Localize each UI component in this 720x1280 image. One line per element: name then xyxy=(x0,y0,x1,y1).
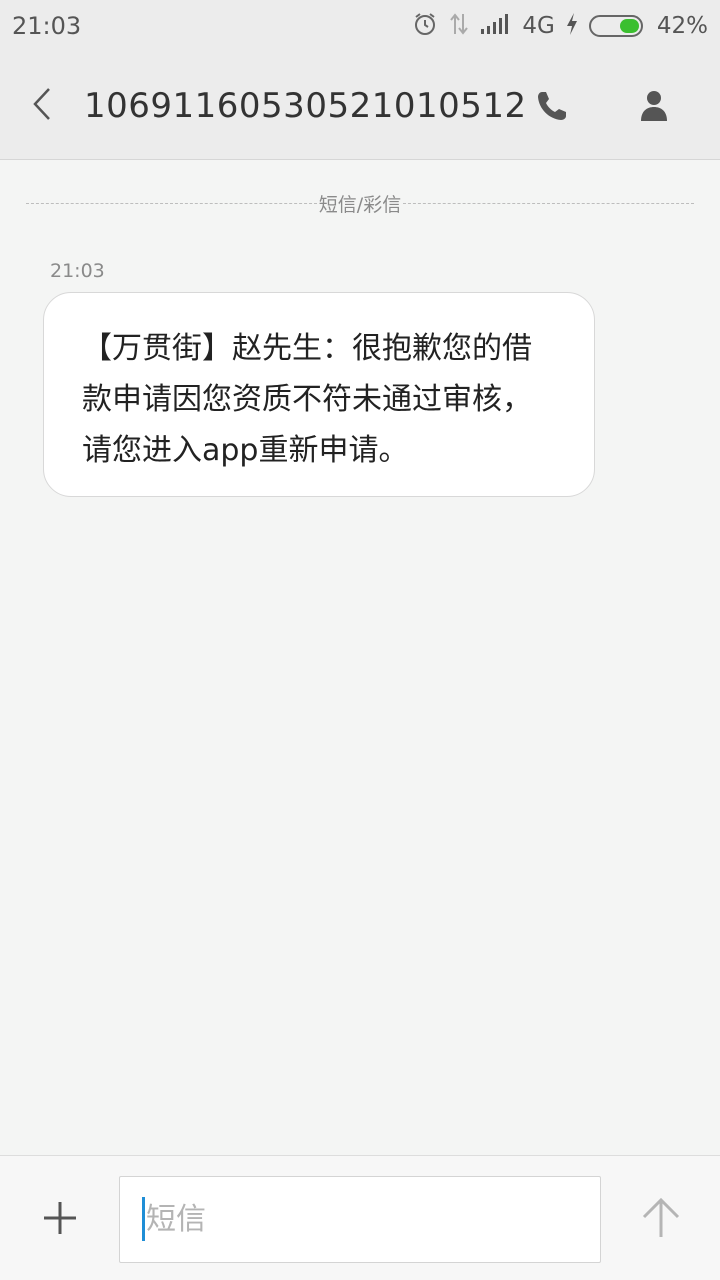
signal-icon xyxy=(480,13,512,39)
status-icons: 4G 42% xyxy=(412,11,708,41)
status-bar: 21:03 4G 42% xyxy=(0,0,720,52)
incoming-message-bubble[interactable]: 【万贯街】赵先生：很抱歉您的借款申请因您资质不符未通过审核，请您进入app重新申… xyxy=(43,292,595,497)
attach-button[interactable] xyxy=(32,1196,88,1244)
plus-icon xyxy=(42,1200,78,1240)
message-text: 【万贯街】赵先生：很抱歉您的借款申请因您资质不符未通过审核，请您进入app重新申… xyxy=(82,331,532,468)
divider-line-right xyxy=(403,202,694,204)
data-arrows-icon xyxy=(448,12,470,40)
send-button[interactable] xyxy=(636,1192,686,1248)
battery-level-fill xyxy=(619,19,639,33)
message-input[interactable] xyxy=(142,1177,582,1262)
channel-label: 短信/彩信 xyxy=(318,193,402,216)
contact-info-button[interactable] xyxy=(624,80,684,136)
person-icon xyxy=(639,89,669,127)
message-composer xyxy=(0,1155,720,1280)
contact-number-title: 10691160530521010512 xyxy=(84,85,527,126)
alarm-icon xyxy=(412,11,438,41)
back-button[interactable] xyxy=(6,52,78,159)
channel-divider: 短信/彩信 xyxy=(26,188,694,218)
arrow-up-icon xyxy=(641,1197,681,1243)
network-type: 4G xyxy=(522,13,555,39)
message-input-box[interactable] xyxy=(119,1176,601,1263)
call-button[interactable] xyxy=(522,80,582,136)
status-time: 21:03 xyxy=(12,12,82,40)
charging-icon xyxy=(565,12,579,40)
phone-icon xyxy=(535,89,569,127)
battery-icon xyxy=(588,15,643,37)
message-timestamp: 21:03 xyxy=(50,260,105,282)
conversation-header: 10691160530521010512 xyxy=(0,52,720,160)
divider-line-left xyxy=(26,202,317,204)
chevron-left-icon xyxy=(30,86,54,126)
battery-percent: 42% xyxy=(656,13,708,39)
sms-conversation-screen: 21:03 4G 42% 10691160530521010512 短信/彩信 … xyxy=(0,0,720,1280)
